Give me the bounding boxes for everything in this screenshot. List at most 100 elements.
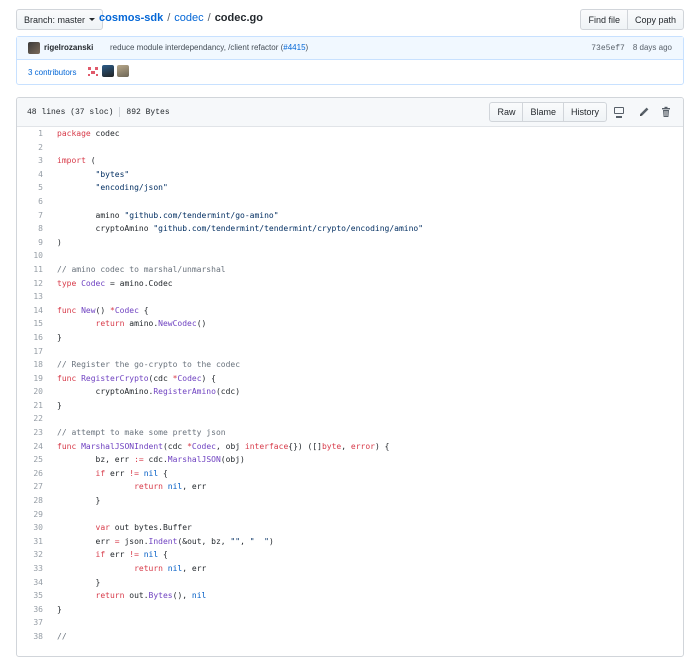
blame-button[interactable]: Blame — [522, 102, 564, 122]
avatar[interactable] — [117, 65, 129, 77]
copy-path-button[interactable]: Copy path — [626, 9, 684, 30]
line-number[interactable]: 7 — [17, 209, 43, 223]
breadcrumb-separator: / — [207, 12, 211, 24]
line-number[interactable]: 20 — [17, 385, 43, 399]
trash-icon[interactable] — [660, 106, 672, 118]
breadcrumb: cosmos-sdk / codec / codec.go — [99, 12, 263, 24]
line-content: return nil, err — [134, 482, 207, 492]
code-line: 15 return amino.NewCodec() — [17, 317, 683, 331]
line-number[interactable]: 12 — [17, 277, 43, 291]
code-line: 1 package codec — [17, 127, 683, 141]
commit-author-link[interactable]: rigelrozanski — [44, 43, 93, 52]
line-number[interactable]: 38 — [17, 630, 43, 644]
history-button[interactable]: History — [562, 102, 607, 122]
line-number[interactable]: 26 — [17, 467, 43, 481]
line-number[interactable]: 1 — [17, 127, 43, 141]
line-number[interactable]: 33 — [17, 562, 43, 576]
code-line: 28 } — [17, 494, 683, 508]
code-line: 13 — [17, 290, 683, 304]
line-number[interactable]: 17 — [17, 345, 43, 359]
avatar[interactable] — [87, 65, 99, 77]
avatar[interactable] — [28, 42, 40, 54]
line-number[interactable]: 29 — [17, 508, 43, 522]
code-line: 35 return out.Bytes(), nil — [17, 589, 683, 603]
line-number[interactable]: 18 — [17, 358, 43, 372]
line-content: "bytes" — [95, 169, 130, 179]
line-content: type Codec = amino.Codec — [57, 278, 173, 288]
code-view: 1 package codec 2 3 import (4 "bytes" 5 "enco… — [17, 127, 683, 644]
line-number[interactable]: 4 — [17, 168, 43, 182]
find-file-button[interactable]: Find file — [580, 9, 628, 30]
line-number[interactable]: 3 — [17, 154, 43, 168]
contributors-link[interactable]: 3 contributors — [28, 68, 76, 77]
breadcrumb-separator: / — [167, 12, 171, 24]
pencil-icon[interactable] — [638, 106, 650, 118]
file-header: 48 lines (37 sloc) 892 Bytes Raw Blame Hi… — [17, 98, 683, 127]
line-number[interactable]: 8 — [17, 222, 43, 236]
breadcrumb-dir-link[interactable]: codec — [174, 12, 203, 24]
branch-select-button[interactable]: Branch: master — [16, 9, 104, 30]
code-line: 9) — [17, 236, 683, 250]
line-number[interactable]: 27 — [17, 480, 43, 494]
line-number[interactable]: 30 — [17, 521, 43, 535]
code-line: 17 — [17, 345, 683, 359]
line-number[interactable]: 16 — [17, 331, 43, 345]
line-content: return nil, err — [134, 564, 207, 573]
line-content: } — [57, 400, 62, 410]
code-line: 2 — [17, 141, 683, 155]
desktop-icon[interactable] — [613, 106, 625, 118]
line-number[interactable]: 36 — [17, 603, 43, 617]
chevron-down-icon — [89, 18, 96, 21]
line-number[interactable]: 31 — [17, 535, 43, 549]
line-number[interactable]: 11 — [17, 263, 43, 277]
line-number[interactable]: 14 — [17, 304, 43, 318]
line-content: // attempt to make some pretty json — [57, 428, 226, 438]
code-line: 38 // — [17, 630, 683, 644]
line-number[interactable]: 28 — [17, 494, 43, 508]
raw-button[interactable]: Raw — [489, 102, 524, 122]
code-line: 21} — [17, 399, 683, 413]
code-line: 20 cryptoAmino.RegisterAmino(cdc) — [17, 385, 683, 399]
line-number[interactable]: 32 — [17, 548, 43, 562]
line-content: // amino codec to marshal/unmarshal — [57, 264, 226, 274]
code-line: 36} — [17, 603, 683, 617]
line-number[interactable]: 13 — [17, 290, 43, 304]
line-number[interactable]: 34 — [17, 576, 43, 590]
code-line: 30 var out bytes.Buffer — [17, 521, 683, 535]
line-content: // — [57, 631, 67, 641]
line-number[interactable]: 15 — [17, 317, 43, 331]
line-content: cryptoAmino "github.com/tendermint/tende… — [57, 224, 424, 234]
line-content: import ( — [57, 156, 96, 166]
line-number[interactable]: 23 — [17, 426, 43, 440]
divider — [119, 107, 121, 117]
code-line: 32 if err != nil { — [17, 548, 683, 562]
breadcrumb-repo-link[interactable]: cosmos-sdk — [99, 12, 163, 24]
line-number[interactable]: 22 — [17, 412, 43, 426]
commit-sha-link[interactable]: 73e5ef7 — [591, 44, 625, 53]
code-line: 37 — [17, 616, 683, 630]
line-number[interactable]: 9 — [17, 236, 43, 250]
line-number[interactable]: 6 — [17, 195, 43, 209]
line-number[interactable]: 2 — [17, 141, 43, 155]
line-number[interactable]: 5 — [17, 181, 43, 195]
line-number[interactable]: 24 — [17, 440, 43, 454]
line-content: return out.Bytes(), nil — [95, 591, 207, 601]
commit-meta: 73e5ef7 8 days ago — [591, 43, 672, 53]
line-content: "encoding/json" — [95, 183, 168, 193]
line-number[interactable]: 35 — [17, 589, 43, 603]
line-number[interactable]: 21 — [17, 399, 43, 413]
line-content: amino "github.com/tendermint/go-amino" — [57, 210, 279, 220]
line-content: func MarshalJSONIndent(cdc *Codec, obj i… — [57, 441, 390, 451]
line-content: cryptoAmino.RegisterAmino(cdc) — [57, 387, 241, 397]
line-number[interactable]: 10 — [17, 249, 43, 263]
line-number[interactable]: 25 — [17, 453, 43, 467]
line-number[interactable]: 19 — [17, 372, 43, 386]
commit-header: rigelrozanski reduce module interdependa… — [17, 37, 683, 60]
line-content: var out bytes.Buffer — [95, 523, 192, 533]
commit-message[interactable]: reduce module interdependancy, /client r… — [110, 43, 308, 52]
avatar[interactable] — [102, 65, 114, 77]
code-line: 25 bz, err := cdc.MarshalJSON(obj) — [17, 453, 683, 467]
line-content: } — [57, 577, 101, 587]
line-number[interactable]: 37 — [17, 616, 43, 630]
pull-request-link[interactable]: #4415 — [283, 43, 305, 52]
